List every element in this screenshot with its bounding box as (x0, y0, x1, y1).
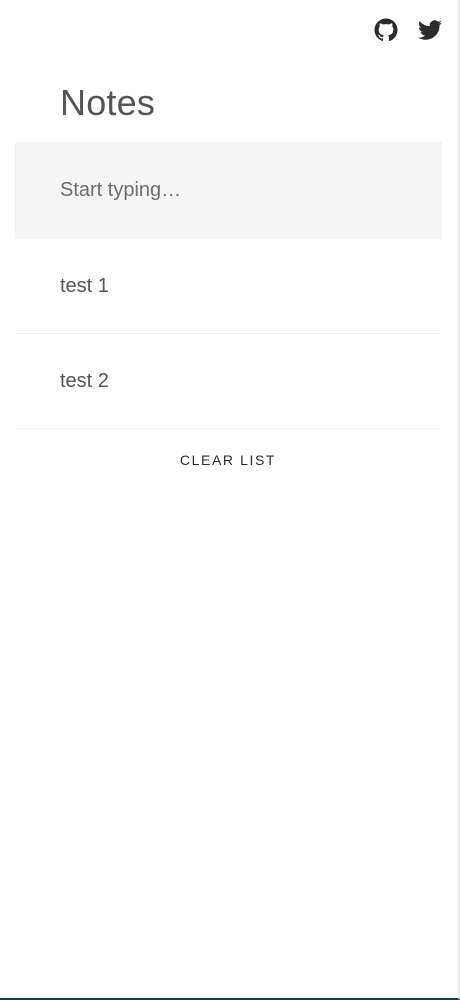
note-text: test 1 (60, 274, 109, 297)
notes-app: Notes test 1 test 2 CLEAR LIST (0, 0, 460, 1000)
social-links (374, 18, 442, 42)
list-item[interactable]: test 2 (15, 334, 440, 429)
page-title: Notes (60, 82, 156, 123)
note-text: test 2 (60, 369, 109, 392)
twitter-icon[interactable] (418, 18, 442, 42)
note-input-container (15, 142, 442, 239)
github-icon[interactable] (374, 18, 398, 42)
list-item[interactable]: test 1 (15, 239, 440, 334)
note-input[interactable] (15, 142, 442, 239)
clear-list-button[interactable]: CLEAR LIST (0, 452, 456, 468)
notes-list: test 1 test 2 (15, 239, 440, 429)
